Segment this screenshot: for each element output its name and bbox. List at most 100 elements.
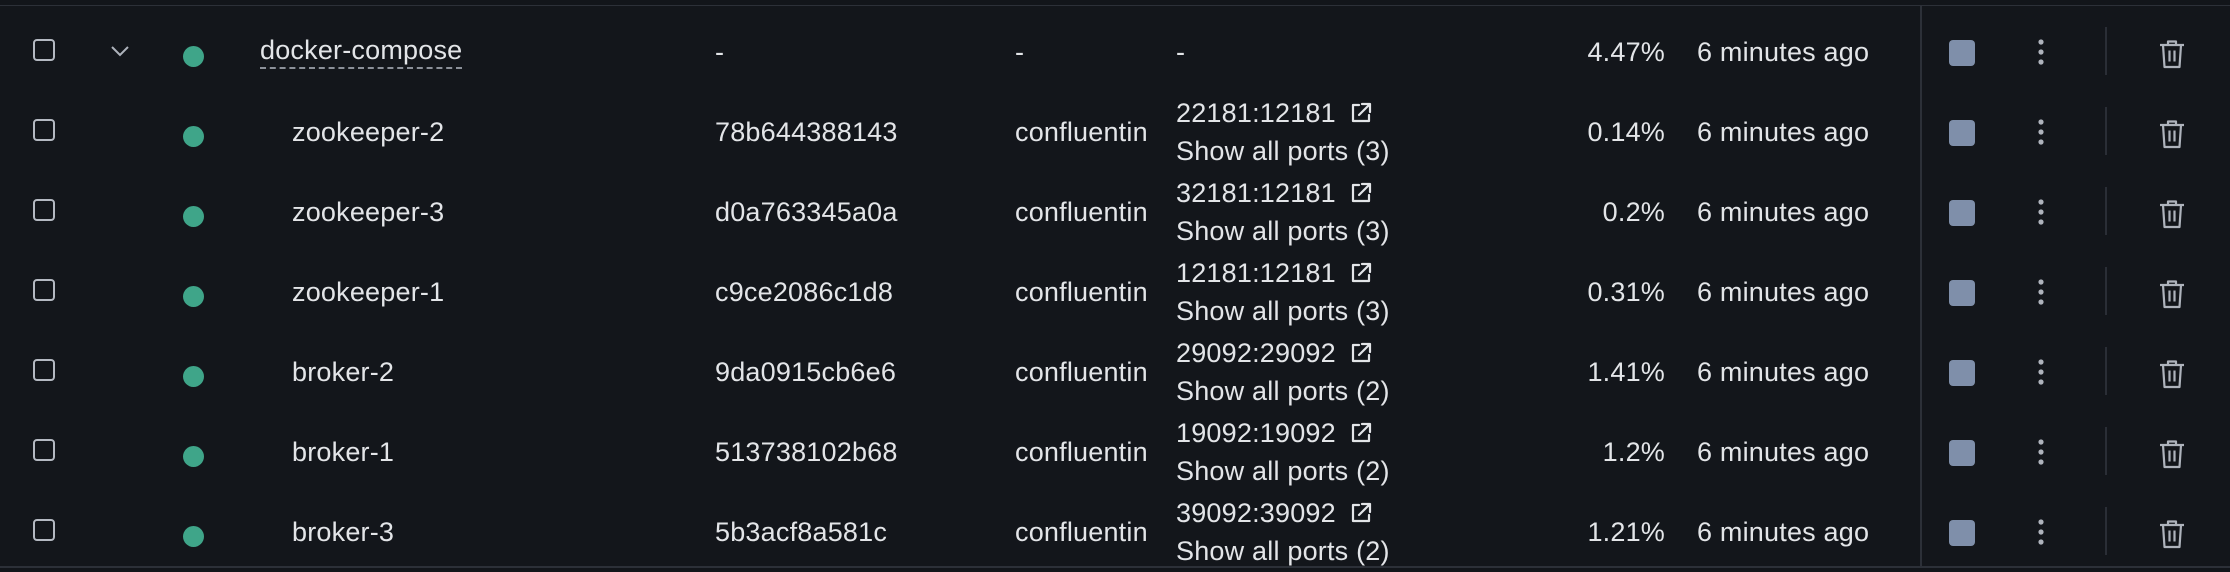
stop-button[interactable] bbox=[1949, 200, 1975, 226]
port-mapping-link[interactable]: 32181:12181 bbox=[1176, 174, 1336, 212]
kebab-menu-icon[interactable] bbox=[2031, 517, 2051, 547]
row-select-checkbox[interactable] bbox=[33, 439, 55, 461]
container-name[interactable]: zookeeper-3 bbox=[292, 172, 444, 252]
external-link-icon[interactable] bbox=[1348, 340, 1374, 366]
stop-button[interactable] bbox=[1949, 440, 1975, 466]
cpu-usage: 1.21% bbox=[1587, 516, 1665, 547]
table-row[interactable]: broker-1 513738102b68 confluentin 19092:… bbox=[0, 412, 2230, 492]
kebab-menu-icon[interactable] bbox=[2031, 117, 2051, 147]
container-id: 513738102b68 bbox=[715, 436, 898, 467]
container-id: 78b644388143 bbox=[715, 116, 898, 147]
cpu-usage: 4.47% bbox=[1587, 36, 1665, 67]
row-select-checkbox[interactable] bbox=[33, 519, 55, 541]
external-link-icon[interactable] bbox=[1348, 260, 1374, 286]
last-started: 6 minutes ago bbox=[1697, 516, 1870, 547]
row-select-checkbox[interactable] bbox=[33, 279, 55, 301]
show-all-ports-link[interactable]: Show all ports (2) bbox=[1176, 372, 1390, 410]
row-select-checkbox[interactable] bbox=[33, 119, 55, 141]
container-image: confluentin bbox=[1015, 436, 1148, 467]
stop-button[interactable] bbox=[1949, 40, 1975, 66]
action-separator bbox=[2105, 427, 2107, 475]
status-running-dot bbox=[183, 206, 204, 227]
stop-button[interactable] bbox=[1949, 520, 1975, 546]
kebab-menu-icon[interactable] bbox=[2031, 357, 2051, 387]
trash-icon[interactable] bbox=[2157, 118, 2187, 150]
cpu-usage: 1.41% bbox=[1587, 356, 1665, 387]
last-started: 6 minutes ago bbox=[1697, 116, 1870, 147]
row-select-checkbox[interactable] bbox=[33, 199, 55, 221]
stop-button[interactable] bbox=[1949, 360, 1975, 386]
port-mapping-link[interactable]: 29092:29092 bbox=[1176, 334, 1336, 372]
table-row[interactable]: broker-3 5b3acf8a581c confluentin 39092:… bbox=[0, 492, 2230, 572]
table-row[interactable]: zookeeper-1 c9ce2086c1d8 confluentin 121… bbox=[0, 252, 2230, 332]
show-all-ports-link[interactable]: Show all ports (3) bbox=[1176, 132, 1390, 170]
chevron-down-icon[interactable] bbox=[109, 44, 131, 58]
kebab-menu-icon[interactable] bbox=[2031, 277, 2051, 307]
status-running-dot bbox=[183, 46, 204, 67]
trash-icon[interactable] bbox=[2157, 518, 2187, 550]
show-all-ports-link[interactable]: Show all ports (3) bbox=[1176, 212, 1390, 250]
cpu-usage: 0.14% bbox=[1587, 116, 1665, 147]
container-name[interactable]: broker-1 bbox=[292, 412, 394, 492]
last-started: 6 minutes ago bbox=[1697, 196, 1870, 227]
status-running-dot bbox=[183, 526, 204, 547]
table-row[interactable]: zookeeper-3 d0a763345a0a confluentin 321… bbox=[0, 172, 2230, 252]
show-all-ports-link[interactable]: Show all ports (2) bbox=[1176, 532, 1390, 570]
external-link-icon[interactable] bbox=[1348, 420, 1374, 446]
action-separator bbox=[2105, 27, 2107, 75]
trash-icon[interactable] bbox=[2157, 278, 2187, 310]
stop-button[interactable] bbox=[1949, 120, 1975, 146]
trash-icon[interactable] bbox=[2157, 198, 2187, 230]
kebab-menu-icon[interactable] bbox=[2031, 437, 2051, 467]
last-started: 6 minutes ago bbox=[1697, 36, 1870, 67]
action-separator bbox=[2105, 347, 2107, 395]
cpu-usage: 1.2% bbox=[1602, 436, 1665, 467]
container-ports: 39092:39092 Show all ports (2) bbox=[1176, 492, 1390, 572]
container-ports: 29092:29092 Show all ports (2) bbox=[1176, 332, 1390, 412]
table-row-group[interactable]: docker-compose - - - 4.47% 6 minutes ago bbox=[0, 12, 2230, 92]
trash-icon[interactable] bbox=[2157, 438, 2187, 470]
cpu-usage: 0.2% bbox=[1602, 196, 1665, 227]
action-separator bbox=[2105, 267, 2107, 315]
show-all-ports-link[interactable]: Show all ports (3) bbox=[1176, 292, 1390, 330]
external-link-icon[interactable] bbox=[1348, 180, 1374, 206]
port-mapping-link[interactable]: 19092:19092 bbox=[1176, 414, 1336, 452]
container-image: confluentin bbox=[1015, 356, 1148, 387]
kebab-menu-icon[interactable] bbox=[2031, 37, 2051, 67]
container-id: c9ce2086c1d8 bbox=[715, 276, 894, 307]
status-running-dot bbox=[183, 286, 204, 307]
table-row[interactable]: zookeeper-2 78b644388143 confluentin 221… bbox=[0, 92, 2230, 172]
last-started: 6 minutes ago bbox=[1697, 436, 1870, 467]
container-id: 9da0915cb6e6 bbox=[715, 356, 897, 387]
row-select-checkbox[interactable] bbox=[33, 359, 55, 381]
action-separator bbox=[2105, 507, 2107, 555]
action-separator bbox=[2105, 187, 2107, 235]
trash-icon[interactable] bbox=[2157, 38, 2187, 70]
status-running-dot bbox=[183, 126, 204, 147]
port-mapping-link[interactable]: 39092:39092 bbox=[1176, 494, 1336, 532]
row-select-checkbox[interactable] bbox=[33, 39, 55, 61]
stop-button[interactable] bbox=[1949, 280, 1975, 306]
table-row[interactable]: broker-2 9da0915cb6e6 confluentin 29092:… bbox=[0, 332, 2230, 412]
container-name[interactable]: broker-2 bbox=[292, 332, 394, 412]
external-link-icon[interactable] bbox=[1348, 100, 1374, 126]
port-mapping: - bbox=[1176, 37, 1186, 67]
container-image: confluentin bbox=[1015, 196, 1148, 227]
container-id: 5b3acf8a581c bbox=[715, 516, 888, 547]
kebab-menu-icon[interactable] bbox=[2031, 197, 2051, 227]
show-all-ports-link[interactable]: Show all ports (2) bbox=[1176, 452, 1390, 490]
trash-icon[interactable] bbox=[2157, 358, 2187, 390]
container-ports: 32181:12181 Show all ports (3) bbox=[1176, 172, 1390, 252]
external-link-icon[interactable] bbox=[1348, 500, 1374, 526]
port-mapping-link[interactable]: 12181:12181 bbox=[1176, 254, 1336, 292]
last-started: 6 minutes ago bbox=[1697, 276, 1870, 307]
container-name[interactable]: broker-3 bbox=[292, 492, 394, 572]
container-image: confluentin bbox=[1015, 116, 1148, 147]
container-image: confluentin bbox=[1015, 276, 1148, 307]
container-name[interactable]: zookeeper-1 bbox=[292, 252, 444, 332]
container-name-link[interactable]: docker-compose bbox=[260, 12, 463, 92]
container-ports: 12181:12181 Show all ports (3) bbox=[1176, 252, 1390, 332]
status-running-dot bbox=[183, 446, 204, 467]
port-mapping-link[interactable]: 22181:12181 bbox=[1176, 94, 1336, 132]
container-name[interactable]: zookeeper-2 bbox=[292, 92, 444, 172]
